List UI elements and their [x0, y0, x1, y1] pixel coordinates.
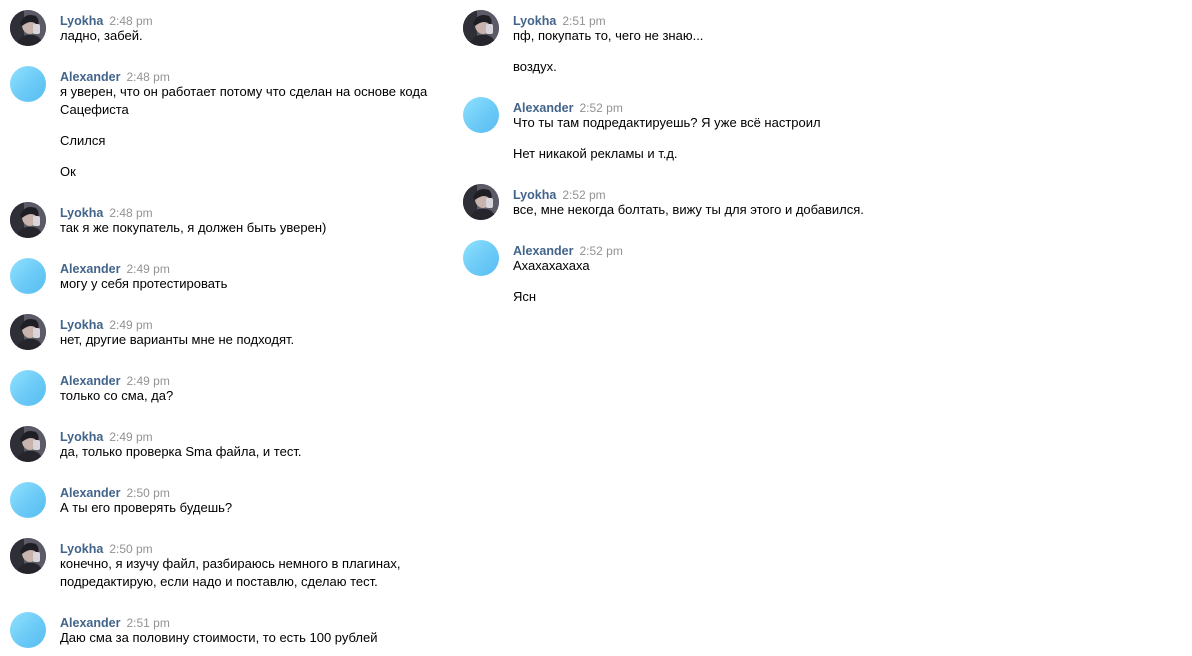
message-text: я уверен, что он работает потому что сде… [60, 84, 428, 99]
message-text: нет, другие варианты мне не подходят. [60, 332, 295, 347]
message-text: могу у себя протестировать [60, 276, 228, 291]
avatar[interactable] [10, 370, 46, 406]
message-time[interactable]: 2:49 pm [126, 262, 169, 276]
message-time[interactable]: 2:48 pm [126, 70, 169, 84]
message-text: конечно, я изучу файл, разбираюсь немног… [60, 556, 401, 571]
author-name[interactable]: Lyokha [513, 14, 556, 28]
avatar[interactable] [463, 97, 499, 133]
message-text: подредактирую, если надо и поставлю, сде… [60, 574, 378, 589]
message-text: Сацефиста [60, 102, 129, 117]
message-text: ладно, забей. [60, 28, 143, 43]
author-name[interactable]: Alexander [60, 486, 120, 500]
message-text: Ясн [513, 289, 537, 304]
message-text: Даю сма за половину стоимости, то есть 1… [60, 630, 378, 645]
message-text: да, только проверка Sma файла, и тест. [60, 444, 302, 459]
message-time[interactable]: 2:51 pm [562, 14, 605, 28]
message-text: только со сма, да? [60, 388, 174, 403]
avatar[interactable] [463, 184, 499, 220]
author-name[interactable]: Lyokha [513, 188, 556, 202]
message-time[interactable]: 2:52 pm [562, 188, 605, 202]
author-name[interactable]: Alexander [60, 616, 120, 630]
message-time[interactable]: 2:51 pm [126, 616, 169, 630]
author-name[interactable]: Alexander [60, 374, 120, 388]
author-name[interactable]: Lyokha [60, 318, 103, 332]
message-time[interactable]: 2:52 pm [579, 101, 622, 115]
avatar[interactable] [10, 314, 46, 350]
author-name[interactable]: Lyokha [60, 14, 103, 28]
avatar[interactable] [10, 202, 46, 238]
author-name[interactable]: Lyokha [60, 542, 103, 556]
message-text: Что ты там подредактируешь? Я уже всё на… [513, 115, 821, 130]
author-name[interactable]: Alexander [60, 262, 120, 276]
avatar[interactable] [10, 482, 46, 518]
author-name[interactable]: Alexander [60, 70, 120, 84]
message-text: Слился [60, 133, 106, 148]
author-name[interactable]: Alexander [513, 244, 573, 258]
message-time[interactable]: 2:49 pm [109, 430, 152, 444]
avatar[interactable] [10, 258, 46, 294]
message-text: А ты его проверять будешь? [60, 500, 233, 515]
message-text: Ахахахахаха [513, 258, 590, 273]
message-time[interactable]: 2:48 pm [109, 14, 152, 28]
message-time[interactable]: 2:49 pm [126, 374, 169, 388]
avatar[interactable] [10, 10, 46, 46]
author-name[interactable]: Lyokha [60, 206, 103, 220]
message-text: Ок [60, 164, 76, 179]
avatar[interactable] [10, 538, 46, 574]
avatar[interactable] [463, 10, 499, 46]
message-time[interactable]: 2:50 pm [126, 486, 169, 500]
author-name[interactable]: Lyokha [60, 430, 103, 444]
avatar[interactable] [10, 612, 46, 648]
avatar[interactable] [10, 426, 46, 462]
avatar[interactable] [463, 240, 499, 276]
message-text: пф, покупать то, чего не знаю... [513, 28, 704, 43]
avatar[interactable] [10, 66, 46, 102]
message-text: все, мне некогда болтать, вижу ты для эт… [513, 202, 864, 217]
message-text: Нет никакой рекламы и т.д. [513, 146, 678, 161]
message-text: воздух. [513, 59, 557, 74]
author-name[interactable]: Alexander [513, 101, 573, 115]
message-time[interactable]: 2:49 pm [109, 318, 152, 332]
message-time[interactable]: 2:52 pm [579, 244, 622, 258]
message-time[interactable]: 2:50 pm [109, 542, 152, 556]
message-text: так я же покупатель, я должен быть увере… [60, 220, 327, 235]
message-time[interactable]: 2:48 pm [109, 206, 152, 220]
